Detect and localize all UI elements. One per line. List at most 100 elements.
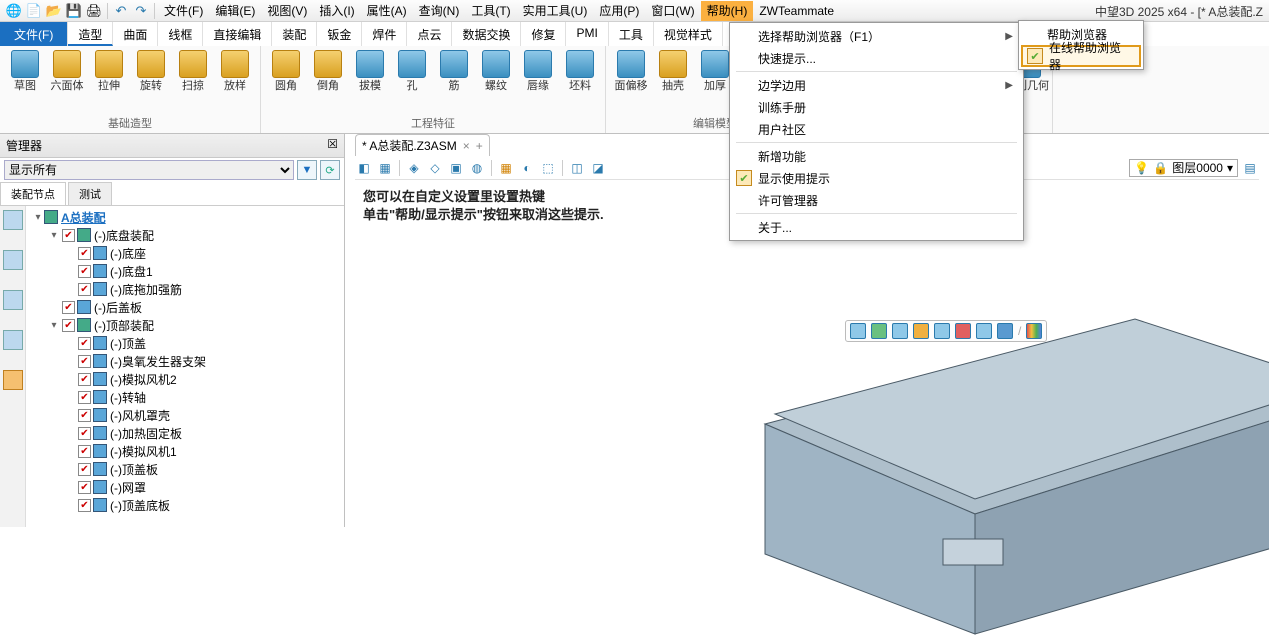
tree-node[interactable]: ▾(-)底盘装配 bbox=[26, 226, 342, 244]
fb-icon[interactable] bbox=[892, 323, 908, 339]
tree-checkbox[interactable] bbox=[62, 319, 75, 332]
filter-select[interactable]: 显示所有 bbox=[4, 160, 294, 180]
tree-node[interactable]: (-)底座 bbox=[26, 244, 342, 262]
ribbon-btn-扫掠[interactable]: 扫掠 bbox=[172, 48, 214, 113]
assembly-tree[interactable]: ▾A总装配▾(-)底盘装配(-)底座(-)底盘1(-)底拖加强筋(-)后盖板▾(… bbox=[26, 206, 344, 527]
help-menu[interactable]: 选择帮助浏览器（F1）▶快速提示...边学边用▶训练手册用户社区新增功能✔显示使… bbox=[729, 22, 1024, 241]
vt-icon[interactable]: ▤ bbox=[1241, 159, 1259, 177]
document-tab[interactable]: * A总装配.Z3ASM × + bbox=[355, 134, 490, 156]
vt-icon[interactable]: ◇ bbox=[426, 159, 444, 177]
tree-node[interactable]: (-)顶盖 bbox=[26, 334, 342, 352]
app-icon[interactable]: 🌐 bbox=[5, 2, 23, 20]
vt-icon[interactable]: ▦ bbox=[497, 159, 515, 177]
ribbon-tab-直接编辑[interactable]: 直接编辑 bbox=[203, 22, 272, 46]
ribbon-btn-拉伸[interactable]: 拉伸 bbox=[88, 48, 130, 113]
help-menu-item[interactable]: 快速提示... bbox=[732, 47, 1021, 69]
fb-icon[interactable] bbox=[1026, 323, 1042, 339]
menu-文件(F)[interactable]: 文件(F) bbox=[158, 1, 209, 21]
ribbon-btn-倒角[interactable]: 倒角 bbox=[307, 48, 349, 113]
menu-帮助(H)[interactable]: 帮助(H) bbox=[701, 1, 754, 21]
ribbon-tab-焊件[interactable]: 焊件 bbox=[362, 22, 407, 46]
ribbon-tab-线框[interactable]: 线框 bbox=[158, 22, 203, 46]
undo-icon[interactable]: ↶ bbox=[112, 2, 130, 20]
ribbon-tab-文件(F)[interactable]: 文件(F) bbox=[0, 22, 68, 46]
ribbon-btn-六面体[interactable]: 六面体 bbox=[46, 48, 88, 113]
menu-视图(V)[interactable]: 视图(V) bbox=[261, 1, 313, 21]
menu-插入(I)[interactable]: 插入(I) bbox=[313, 1, 360, 21]
ribbon-tab-PMI[interactable]: PMI bbox=[566, 22, 608, 46]
vt-icon[interactable]: ◫ bbox=[568, 159, 586, 177]
tree-node[interactable]: (-)顶盖底板 bbox=[26, 496, 342, 514]
new-icon[interactable]: 📄 bbox=[25, 2, 43, 20]
menu-窗口(W)[interactable]: 窗口(W) bbox=[645, 1, 700, 21]
strip-icon[interactable] bbox=[3, 330, 23, 350]
tree-node[interactable]: (-)底拖加强筋 bbox=[26, 280, 342, 298]
help-menu-item[interactable]: 训练手册 bbox=[732, 96, 1021, 118]
tree-checkbox[interactable] bbox=[78, 337, 91, 350]
ribbon-btn-旋转[interactable]: 旋转 bbox=[130, 48, 172, 113]
vt-icon[interactable]: ◍ bbox=[468, 159, 486, 177]
subtab-装配节点[interactable]: 装配节点 bbox=[0, 182, 66, 205]
fb-icon[interactable] bbox=[871, 323, 887, 339]
ribbon-btn-圆角[interactable]: 圆角 bbox=[265, 48, 307, 113]
ribbon-btn-坯料[interactable]: 坯料 bbox=[559, 48, 601, 113]
tree-checkbox[interactable] bbox=[78, 247, 91, 260]
ribbon-btn-放样[interactable]: 放样 bbox=[214, 48, 256, 113]
tree-node[interactable]: ▾(-)顶部装配 bbox=[26, 316, 342, 334]
menu-应用(P)[interactable]: 应用(P) bbox=[593, 1, 645, 21]
strip-icon[interactable] bbox=[3, 290, 23, 310]
tree-node[interactable]: (-)底盘1 bbox=[26, 262, 342, 280]
tree-checkbox[interactable] bbox=[78, 265, 91, 278]
ribbon-tab-修复[interactable]: 修复 bbox=[521, 22, 566, 46]
menu-属性(A)[interactable]: 属性(A) bbox=[361, 1, 413, 21]
help-menu-item[interactable]: 边学边用▶ bbox=[732, 74, 1021, 96]
ribbon-btn-螺纹[interactable]: 螺纹 bbox=[475, 48, 517, 113]
floating-toolbar[interactable]: / bbox=[845, 320, 1047, 342]
help-menu-item[interactable]: 新增功能 bbox=[732, 145, 1021, 167]
strip-icon[interactable] bbox=[3, 370, 23, 390]
vt-icon[interactable]: ▣ bbox=[447, 159, 465, 177]
strip-icon[interactable] bbox=[3, 210, 23, 230]
ribbon-tab-曲面[interactable]: 曲面 bbox=[113, 22, 158, 46]
tree-checkbox[interactable] bbox=[62, 301, 75, 314]
tree-checkbox[interactable] bbox=[62, 229, 75, 242]
tree-checkbox[interactable] bbox=[78, 427, 91, 440]
tree-node[interactable]: (-)网罩 bbox=[26, 478, 342, 496]
save-icon[interactable]: 💾 bbox=[65, 2, 83, 20]
close-icon[interactable]: ☒ bbox=[327, 137, 338, 154]
ribbon-tab-数据交换[interactable]: 数据交换 bbox=[452, 22, 521, 46]
menu-ZWTeammate[interactable]: ZWTeammate bbox=[753, 1, 840, 21]
ribbon-btn-草图[interactable]: 草图 bbox=[4, 48, 46, 113]
tree-checkbox[interactable] bbox=[78, 355, 91, 368]
tree-checkbox[interactable] bbox=[78, 445, 91, 458]
help-menu-item[interactable]: ✔显示使用提示 bbox=[732, 167, 1021, 189]
tree-node[interactable]: (-)转轴 bbox=[26, 388, 342, 406]
subtab-测试[interactable]: 测试 bbox=[68, 182, 112, 205]
close-tab-icon[interactable]: × bbox=[463, 139, 470, 153]
tree-checkbox[interactable] bbox=[78, 409, 91, 422]
ribbon-btn-唇缘[interactable]: 唇缘 bbox=[517, 48, 559, 113]
fb-icon[interactable] bbox=[997, 323, 1013, 339]
tree-checkbox[interactable] bbox=[78, 499, 91, 512]
menu-查询(N)[interactable]: 查询(N) bbox=[413, 1, 466, 21]
vt-icon[interactable]: ⬚ bbox=[539, 159, 557, 177]
tree-node[interactable]: (-)后盖板 bbox=[26, 298, 342, 316]
menu-实用工具(U)[interactable]: 实用工具(U) bbox=[517, 1, 594, 21]
fb-icon[interactable] bbox=[955, 323, 971, 339]
tree-checkbox[interactable] bbox=[78, 391, 91, 404]
tab-add-icon[interactable]: + bbox=[476, 139, 483, 153]
ribbon-tab-钣金[interactable]: 钣金 bbox=[317, 22, 362, 46]
ribbon-btn-筋[interactable]: 筋 bbox=[433, 48, 475, 113]
help-menu-item[interactable]: 许可管理器 bbox=[732, 189, 1021, 211]
ribbon-btn-面偏移[interactable]: 面偏移 bbox=[610, 48, 652, 113]
tree-checkbox[interactable] bbox=[78, 283, 91, 296]
strip-icon[interactable] bbox=[3, 250, 23, 270]
redo-icon[interactable]: ↷ bbox=[132, 2, 150, 20]
vt-icon[interactable]: ◪ bbox=[589, 159, 607, 177]
ribbon-btn-抽壳[interactable]: 抽壳 bbox=[652, 48, 694, 113]
help-menu-item[interactable]: 选择帮助浏览器（F1）▶ bbox=[732, 25, 1021, 47]
ribbon-tab-造型[interactable]: 造型 bbox=[68, 22, 113, 46]
ribbon-tab-点云[interactable]: 点云 bbox=[407, 22, 452, 46]
submenu-item[interactable]: ✔在线帮助浏览器 bbox=[1021, 45, 1141, 67]
fb-icon[interactable] bbox=[913, 323, 929, 339]
